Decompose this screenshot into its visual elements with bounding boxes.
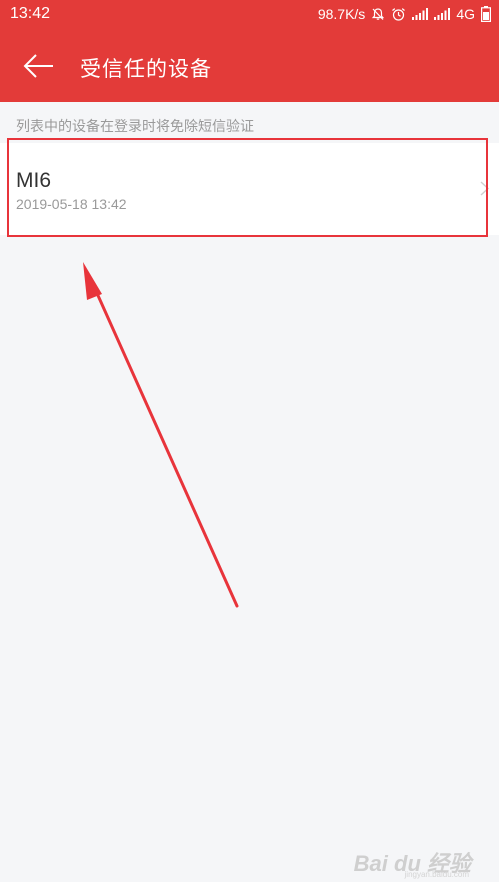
network-type: 4G [456, 6, 475, 22]
watermark-url: jingyan.baidu.com [404, 870, 469, 879]
signal-icon [434, 8, 451, 20]
title-bar: 受信任的设备 [0, 44, 499, 90]
battery-icon [481, 6, 491, 22]
chevron-right-icon [480, 181, 490, 200]
alarm-icon [391, 7, 406, 22]
arrow-left-icon[interactable] [22, 52, 56, 80]
device-name: MI6 [16, 169, 52, 192]
status-bar-right: 98.7K/s 4G [318, 6, 491, 22]
hint-text: 列表中的设备在登录时将免除短信验证 [16, 119, 254, 135]
network-speed: 98.7K/s [317, 6, 366, 22]
signal-icon [412, 8, 429, 20]
watermark: Bai du 经验 jingyan.baidu.com [354, 846, 471, 879]
app-header: 13:42 98.7K/s 4G 受信任的设备 [0, 0, 499, 102]
device-time: 2019-05-18 13:42 [16, 196, 127, 212]
mute-bell-icon [371, 7, 385, 21]
page-title: 受信任的设备 [80, 57, 212, 81]
status-time: 13:42 [10, 5, 51, 22]
device-list-item[interactable]: MI6 2019-05-18 13:42 [0, 143, 499, 235]
